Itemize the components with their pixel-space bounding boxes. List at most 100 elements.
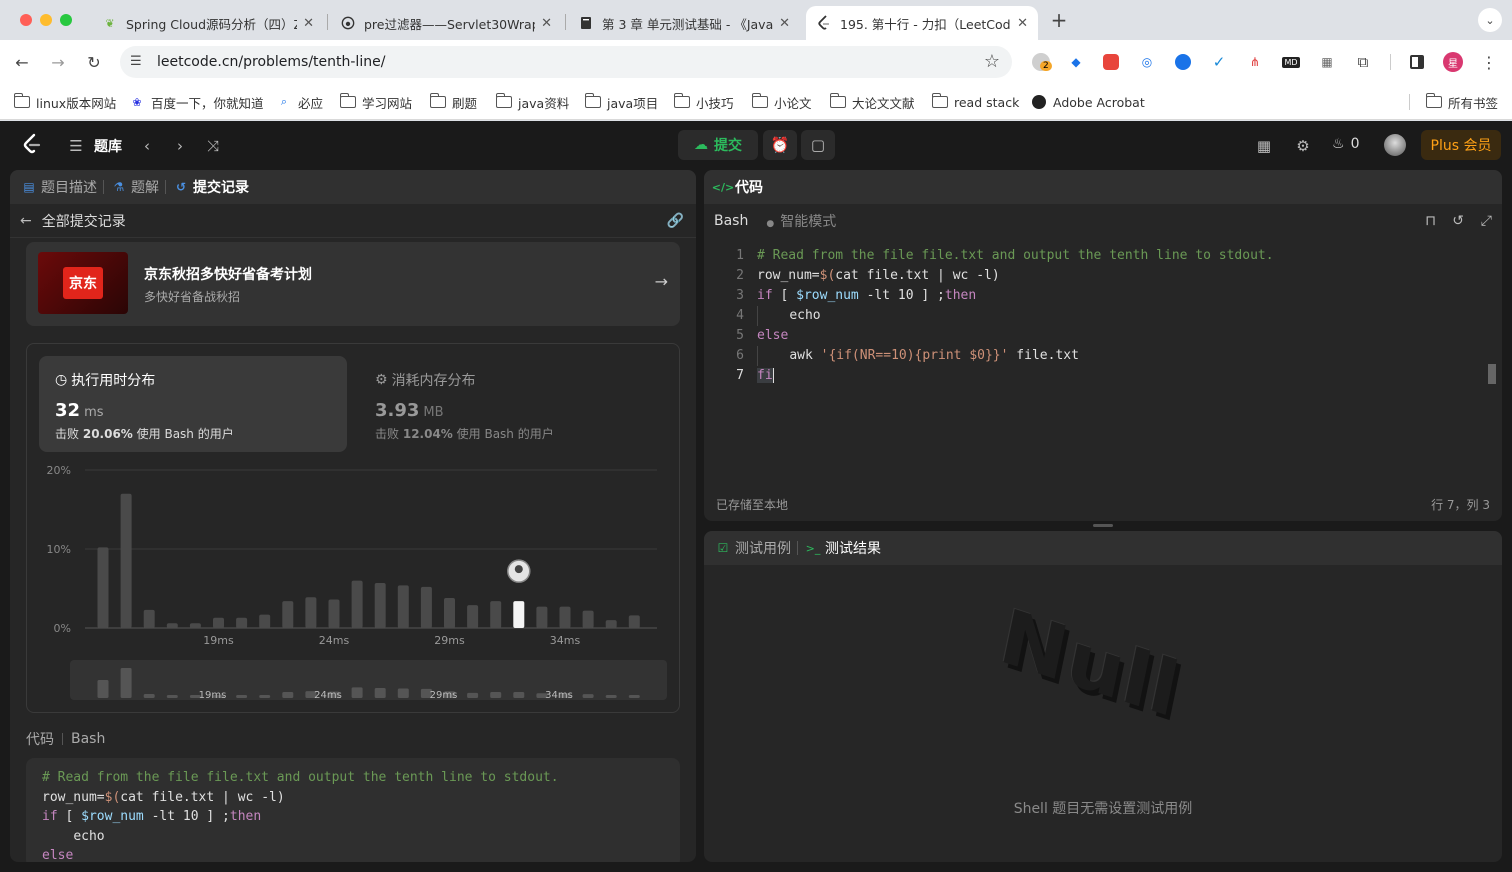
bookmark-item[interactable]: read stack — [931, 92, 1019, 112]
prev-problem-icon[interactable]: ‹ — [136, 135, 158, 157]
fullscreen-icon[interactable]: ⤢ — [1481, 213, 1492, 229]
minimize-window-button[interactable] — [40, 14, 52, 26]
code-line: row_num=$(cat file.txt | wc -l) — [42, 789, 285, 805]
profile-avatar[interactable]: 星 — [1443, 52, 1463, 72]
chart-bar — [259, 614, 271, 628]
extension-icon[interactable] — [1173, 52, 1193, 72]
scrollbar-thumb[interactable] — [1488, 364, 1496, 384]
document-icon: ▤ — [23, 180, 35, 194]
back-arrow-icon[interactable]: ← — [20, 213, 32, 229]
close-window-button[interactable] — [20, 14, 32, 26]
problem-list-link[interactable]: 题库 — [94, 136, 122, 156]
bing-icon: ⌕ — [280, 95, 288, 108]
bookmark-icon[interactable]: ⊓ — [1425, 213, 1436, 229]
extensions-puzzle-icon[interactable]: ⧉ — [1353, 52, 1373, 72]
arrow-right-icon[interactable]: → — [655, 272, 668, 291]
bookmark-item[interactable]: ⌕ 必应 — [276, 92, 323, 112]
timer-button[interactable]: ⏰ — [763, 130, 797, 160]
memory-stat[interactable]: ⚙ 消耗内存分布 3.93 MB 击败 12.04% 使用 Bash 的用户 — [359, 356, 667, 452]
browser-tab-active[interactable]: 195. 第十行 - 力扣（LeetCode ✕ — [806, 6, 1038, 40]
bookmark-item[interactable]: 大论文文献 — [829, 92, 915, 112]
spring-leaf-icon: ❦ — [105, 16, 115, 30]
bookmark-item[interactable]: ❀ 百度一下，你就知道 — [129, 92, 263, 112]
plus-membership-button[interactable]: Plus 会员 — [1421, 130, 1501, 160]
maximize-window-button[interactable] — [60, 14, 72, 26]
extension-icon[interactable]: 2 — [1031, 52, 1052, 72]
extension-icon[interactable]: ◆ — [1066, 52, 1086, 72]
bookmarks-bar: linux版本网站 ❀ 百度一下，你就知道 ⌕ 必应 学习网站 刷题 java资料 … — [0, 84, 1512, 120]
more-menu-icon[interactable]: ⋮ — [1479, 52, 1499, 72]
browser-toolbar: ← → ↻ ☰ leetcode.cn/problems/tenth-line/… — [0, 40, 1512, 84]
close-tab-icon[interactable]: ✕ — [1017, 16, 1028, 31]
extension-icon[interactable]: ◎ — [1137, 52, 1157, 72]
reset-icon[interactable]: ↺ — [1452, 213, 1464, 229]
browser-tab[interactable]: 第 3 章 单元测试基础 - 《Java ✕ — [568, 6, 800, 40]
tab-test-results[interactable]: >_ 测试结果 — [806, 538, 881, 558]
shuffle-icon[interactable]: ⤨ — [202, 135, 224, 157]
bookmark-item[interactable]: linux版本网站 — [13, 92, 116, 112]
cursor-position: 行 7，列 3 — [1431, 498, 1490, 512]
runtime-stat[interactable]: ◷ 执行用时分布 32 ms 击败 20.06% 使用 Bash 的用户 — [39, 356, 347, 452]
bookmark-item[interactable]: 小论文 — [751, 92, 812, 112]
back-arrow-icon[interactable]: ← — [10, 50, 34, 74]
close-tab-icon[interactable]: ✕ — [541, 16, 552, 31]
tab-submissions[interactable]: ↺ 提交记录 — [174, 177, 249, 197]
notes-button[interactable]: ▢ — [801, 130, 835, 160]
link-icon[interactable]: 🔗 — [667, 213, 684, 229]
panel-resize-handle[interactable] — [1093, 524, 1113, 527]
tab-testcases[interactable]: ☑ 测试用例 — [716, 538, 791, 558]
y-tick-label: 10% — [47, 543, 71, 556]
markdown-extension-icon[interactable]: MD — [1281, 52, 1301, 72]
all-bookmarks[interactable]: 所有书签 — [1425, 92, 1498, 112]
submit-button[interactable]: ☁ 提交 — [678, 130, 758, 160]
site-settings-icon[interactable]: ☰ — [130, 54, 142, 69]
language-select[interactable]: Bash — [714, 213, 748, 229]
tab-search-button[interactable]: ⌄ — [1478, 8, 1502, 32]
layout-icon[interactable]: ▦ — [1253, 135, 1275, 157]
chart-bar — [97, 547, 109, 628]
side-panel-icon[interactable] — [1407, 52, 1427, 72]
leetcode-logo-icon[interactable] — [21, 133, 43, 155]
browser-tab[interactable]: ❦ Spring Cloud源码分析（四）Z ✕ — [92, 6, 324, 40]
chart-bar — [166, 623, 178, 628]
navigator-bar — [97, 680, 109, 698]
bookmark-item[interactable]: 学习网站 — [339, 92, 412, 112]
streak-counter[interactable]: ♨ 0 — [1332, 136, 1359, 152]
all-submissions-link[interactable]: 全部提交记录 — [42, 211, 126, 231]
close-tab-icon[interactable]: ✕ — [779, 16, 790, 31]
close-tab-icon[interactable]: ✕ — [303, 16, 314, 31]
navigator-bar — [397, 688, 409, 698]
list-icon[interactable]: ☰ — [65, 135, 87, 157]
extension-icon[interactable]: ✓ — [1209, 52, 1229, 72]
folder-icon — [495, 93, 512, 108]
gear-icon[interactable]: ⚙ — [1292, 135, 1314, 157]
bookmark-item[interactable]: 小技巧 — [673, 92, 734, 112]
reload-icon[interactable]: ↻ — [82, 50, 106, 74]
new-tab-button[interactable]: + — [1048, 8, 1070, 32]
bookmark-star-icon[interactable]: ☆ — [984, 51, 1000, 72]
bookmark-item[interactable]: java资料 — [495, 92, 569, 112]
translate-extension-icon[interactable]: ▦ — [1317, 52, 1337, 72]
url-text: leetcode.cn/problems/tenth-line/ — [157, 54, 386, 70]
tab-code[interactable]: </> 代码 — [712, 177, 763, 197]
tab-solutions[interactable]: ⚗ 题解 — [112, 177, 159, 197]
folder-icon — [339, 93, 356, 108]
smart-mode-toggle[interactable]: ● 智能模式 — [766, 211, 836, 231]
address-bar[interactable]: ☰ leetcode.cn/problems/tenth-line/ ☆ — [120, 46, 1012, 78]
history-icon: ↺ — [175, 180, 187, 194]
promo-banner[interactable]: 京东 京东秋招多快好省备考计划 多快好省备战秋招 → — [26, 242, 680, 326]
next-problem-icon[interactable]: › — [169, 135, 191, 157]
user-avatar[interactable] — [1384, 134, 1406, 156]
acrobat-icon — [1031, 94, 1047, 110]
bookmark-item[interactable]: Adobe Acrobat — [1031, 92, 1145, 112]
extension-icon[interactable] — [1101, 52, 1121, 72]
forward-arrow-icon[interactable]: → — [46, 50, 70, 74]
line-number: 5 — [736, 328, 744, 343]
bookmark-item[interactable]: java项目 — [584, 92, 658, 112]
tab-description[interactable]: ▤ 题目描述 — [22, 177, 97, 197]
extension-icon[interactable]: ⋔ — [1245, 52, 1265, 72]
browser-tab[interactable]: pre过滤器——Servlet30Wrapp ✕ — [330, 6, 562, 40]
bookmark-item[interactable]: 刷题 — [429, 92, 477, 112]
code-editor[interactable]: # Read from the file file.txt and output… — [757, 246, 1477, 386]
navigator-bar — [490, 692, 502, 698]
